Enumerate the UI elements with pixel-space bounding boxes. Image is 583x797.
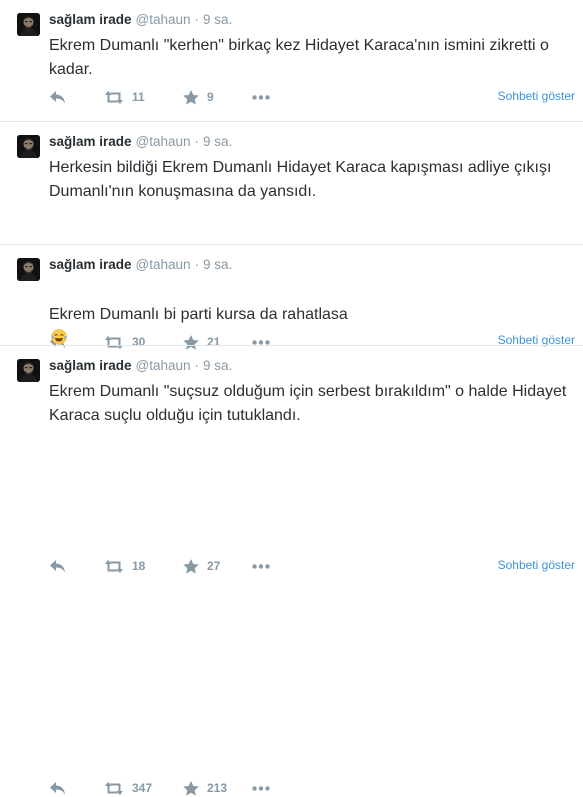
reply-icon <box>50 90 65 103</box>
tweet-header: sağlam irade @tahaun · 9 sa. <box>49 357 232 375</box>
fullname[interactable]: sağlam irade <box>49 134 132 149</box>
avatar[interactable] <box>17 135 40 158</box>
avatar[interactable] <box>17 258 40 281</box>
reply-icon <box>50 781 65 794</box>
separator: · <box>194 257 200 272</box>
tweet-header: sağlam irade @tahaun · 9 sa. <box>49 133 232 151</box>
more-icon <box>252 563 270 569</box>
more-button[interactable] <box>252 779 270 797</box>
separator: · <box>194 12 200 27</box>
timeline: sağlam irade @tahaun · 9 sa. Ekrem Dumanlı … <box>0 0 583 796</box>
favorite-count: 9 <box>207 90 214 104</box>
reply-button[interactable] <box>49 779 67 797</box>
tweet-text: Herkesin bildiği Ekrem Dumanlı Hidayet K… <box>49 159 552 200</box>
reply-button[interactable] <box>49 557 67 575</box>
fullname[interactable]: sağlam irade <box>49 12 132 27</box>
more-button[interactable] <box>252 557 270 575</box>
star-icon <box>183 89 199 105</box>
retweet-icon <box>105 781 123 795</box>
tweet[interactable]: sağlam irade @tahaun · 9 sa. Herkesin bildi… <box>0 122 583 350</box>
username[interactable]: @tahaun <box>136 12 191 27</box>
retweet-icon <box>105 559 123 573</box>
retweet-button[interactable]: 18 <box>104 557 145 575</box>
retweet-button[interactable]: 347 <box>104 779 152 797</box>
fullname[interactable]: sağlam irade <box>49 358 132 373</box>
tweet[interactable]: sağlam irade @tahaun · 9 sa. Ekrem Dumanlı … <box>0 245 583 574</box>
username[interactable]: @tahaun <box>136 358 191 373</box>
favorite-button[interactable]: 27 <box>183 557 220 575</box>
show-conversation-link[interactable]: Sohbeti göster <box>498 558 575 572</box>
tears-of-joy-emoji <box>51 329 67 345</box>
favorite-count: 213 <box>207 781 228 795</box>
star-icon <box>183 558 199 574</box>
retweet-count: 347 <box>132 781 153 795</box>
timestamp[interactable]: 9 sa. <box>203 134 232 149</box>
separator: · <box>194 134 200 149</box>
timestamp[interactable]: 9 sa. <box>203 358 232 373</box>
more-icon <box>252 94 270 100</box>
show-conversation-link[interactable]: Sohbeti göster <box>498 89 575 103</box>
star-icon <box>183 780 199 796</box>
username[interactable]: @tahaun <box>136 257 191 272</box>
tweet[interactable]: sağlam irade @tahaun · 9 sa. Ekrem Dumanlı … <box>0 0 583 122</box>
avatar[interactable] <box>17 13 40 36</box>
tweet-header: sağlam irade @tahaun · 9 sa. <box>49 11 232 29</box>
favorite-button[interactable]: 9 <box>183 88 214 106</box>
tweet[interactable]: sağlam irade @tahaun · 9 sa. Ekrem Dumanlı … <box>0 346 583 796</box>
timestamp[interactable]: 9 sa. <box>203 257 232 272</box>
tweet-text: Ekrem Dumanlı "kerhen" birkaç kez Hidaye… <box>49 37 549 78</box>
avatar[interactable] <box>17 359 40 382</box>
separator: · <box>194 358 200 373</box>
fullname[interactable]: sağlam irade <box>49 257 132 272</box>
reply-button[interactable] <box>49 88 67 106</box>
retweet-count: 18 <box>132 559 146 573</box>
timestamp[interactable]: 9 sa. <box>203 12 232 27</box>
retweet-button[interactable]: 11 <box>104 88 145 106</box>
tweet-header: sağlam irade @tahaun · 9 sa. <box>49 256 232 274</box>
username[interactable]: @tahaun <box>136 134 191 149</box>
retweet-icon <box>105 90 123 104</box>
favorite-count: 27 <box>207 559 221 573</box>
tweet-text: Ekrem Dumanlı bi parti kursa da rahatlas… <box>49 306 348 323</box>
more-button[interactable] <box>252 88 270 106</box>
reply-icon <box>50 559 65 572</box>
more-icon <box>252 785 270 791</box>
favorite-button[interactable]: 213 <box>183 779 227 797</box>
retweet-count: 11 <box>132 90 145 104</box>
tweet-text: Ekrem Dumanlı "suçsuz olduğum için serbe… <box>49 383 567 424</box>
tweet-text-container: Ekrem Dumanlı bi parti kursa da rahatlas… <box>49 279 569 351</box>
